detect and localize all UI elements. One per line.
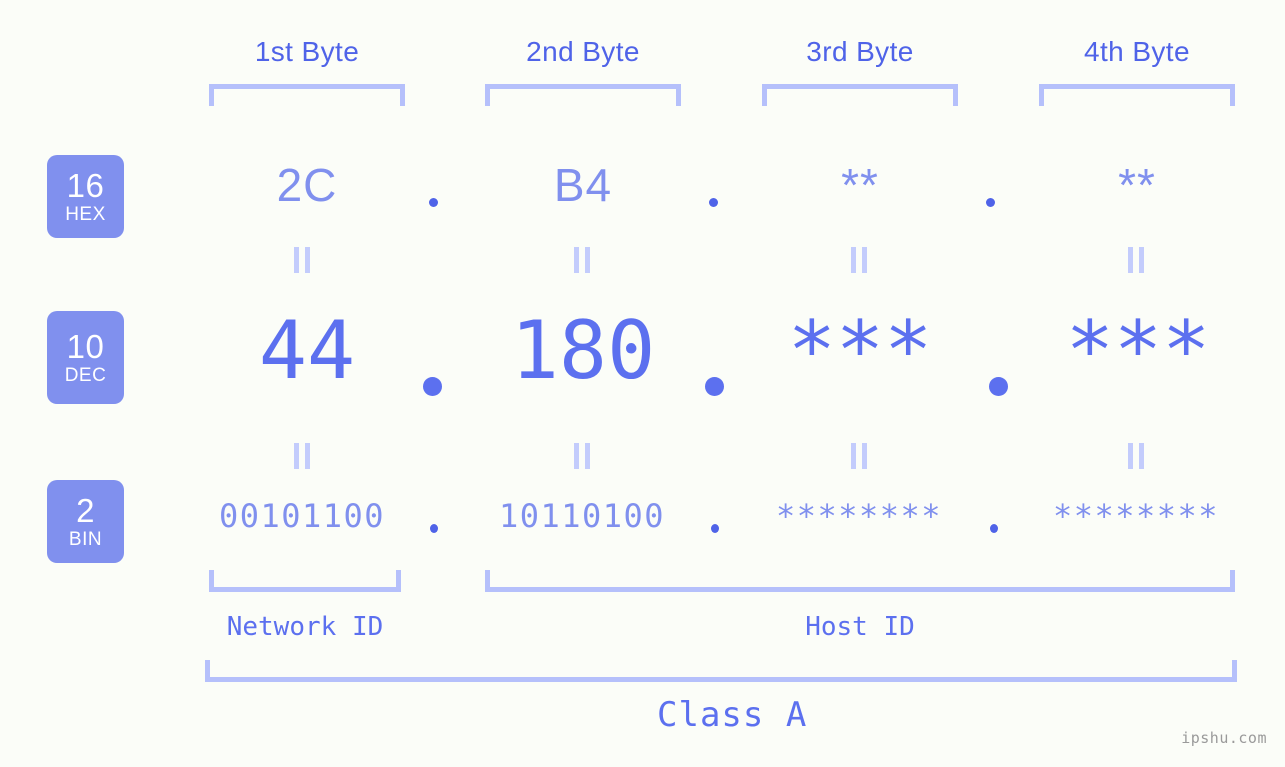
equality-mark-hex-dec-3 xyxy=(849,247,869,273)
dec-octet-2: 180 xyxy=(510,304,656,397)
byte-bracket-top-2 xyxy=(485,84,681,106)
hex-octet-2: B4 xyxy=(553,159,613,211)
byte-bracket-top-1 xyxy=(209,84,405,106)
equality-mark-dec-bin-4 xyxy=(1126,443,1146,469)
host-id-bracket xyxy=(485,570,1235,592)
network-id-label: Network ID xyxy=(226,612,384,642)
class-label: Class A xyxy=(657,695,808,735)
radix-badge-hex: 16 HEX xyxy=(47,155,124,238)
byte-bracket-top-4 xyxy=(1039,84,1235,106)
bin-octet-4: ******** xyxy=(1052,497,1220,535)
bin-octet-2: 10110100 xyxy=(498,497,666,535)
hex-separator-dot-2 xyxy=(709,198,718,207)
hex-octet-4: ** xyxy=(1118,159,1156,211)
radix-badge-hex-label: HEX xyxy=(65,204,106,225)
radix-badge-dec-number: 10 xyxy=(66,328,105,365)
radix-badge-dec: 10 DEC xyxy=(47,311,124,404)
byte-header-1: 1st Byte xyxy=(254,36,360,67)
radix-badge-bin: 2 BIN xyxy=(47,480,124,563)
hex-separator-dot-3 xyxy=(986,198,995,207)
equality-mark-dec-bin-3 xyxy=(849,443,869,469)
dec-octet-1: 44 xyxy=(258,304,356,397)
equality-mark-hex-dec-4 xyxy=(1126,247,1146,273)
byte-bracket-top-3 xyxy=(762,84,958,106)
dec-separator-dot-2 xyxy=(705,377,724,396)
bin-octet-1: 00101100 xyxy=(218,497,386,535)
byte-header-2: 2nd Byte xyxy=(526,36,640,67)
dec-separator-dot-1 xyxy=(423,377,442,396)
hex-octet-3: ** xyxy=(841,159,879,211)
equality-mark-dec-bin-2 xyxy=(572,443,592,469)
byte-header-3: 3rd Byte xyxy=(806,36,914,67)
site-watermark: ipshu.com xyxy=(1181,729,1267,747)
radix-badge-dec-label: DEC xyxy=(64,365,107,386)
radix-badge-bin-label: BIN xyxy=(68,529,103,550)
equality-mark-hex-dec-2 xyxy=(572,247,592,273)
hex-separator-dot-1 xyxy=(429,198,438,207)
bin-octet-3: ******** xyxy=(775,497,943,535)
network-id-bracket xyxy=(209,570,401,592)
radix-badge-hex-number: 16 xyxy=(66,167,105,204)
class-bracket xyxy=(205,660,1237,682)
bin-separator-dot-1 xyxy=(430,524,438,533)
dec-octet-3: *** xyxy=(787,304,933,397)
equality-mark-dec-bin-1 xyxy=(292,443,312,469)
radix-badge-bin-number: 2 xyxy=(76,492,95,529)
byte-header-4: 4th Byte xyxy=(1084,36,1190,67)
bin-separator-dot-3 xyxy=(990,524,998,533)
hex-octet-1: 2C xyxy=(276,159,338,211)
dec-octet-4: *** xyxy=(1065,304,1211,397)
host-id-label: Host ID xyxy=(805,612,915,642)
dec-separator-dot-3 xyxy=(989,377,1008,396)
equality-mark-hex-dec-1 xyxy=(292,247,312,273)
bin-separator-dot-2 xyxy=(711,524,719,533)
ip-breakdown-diagram: 1st Byte 2nd Byte 3rd Byte 4th Byte 16 H… xyxy=(0,0,1285,767)
